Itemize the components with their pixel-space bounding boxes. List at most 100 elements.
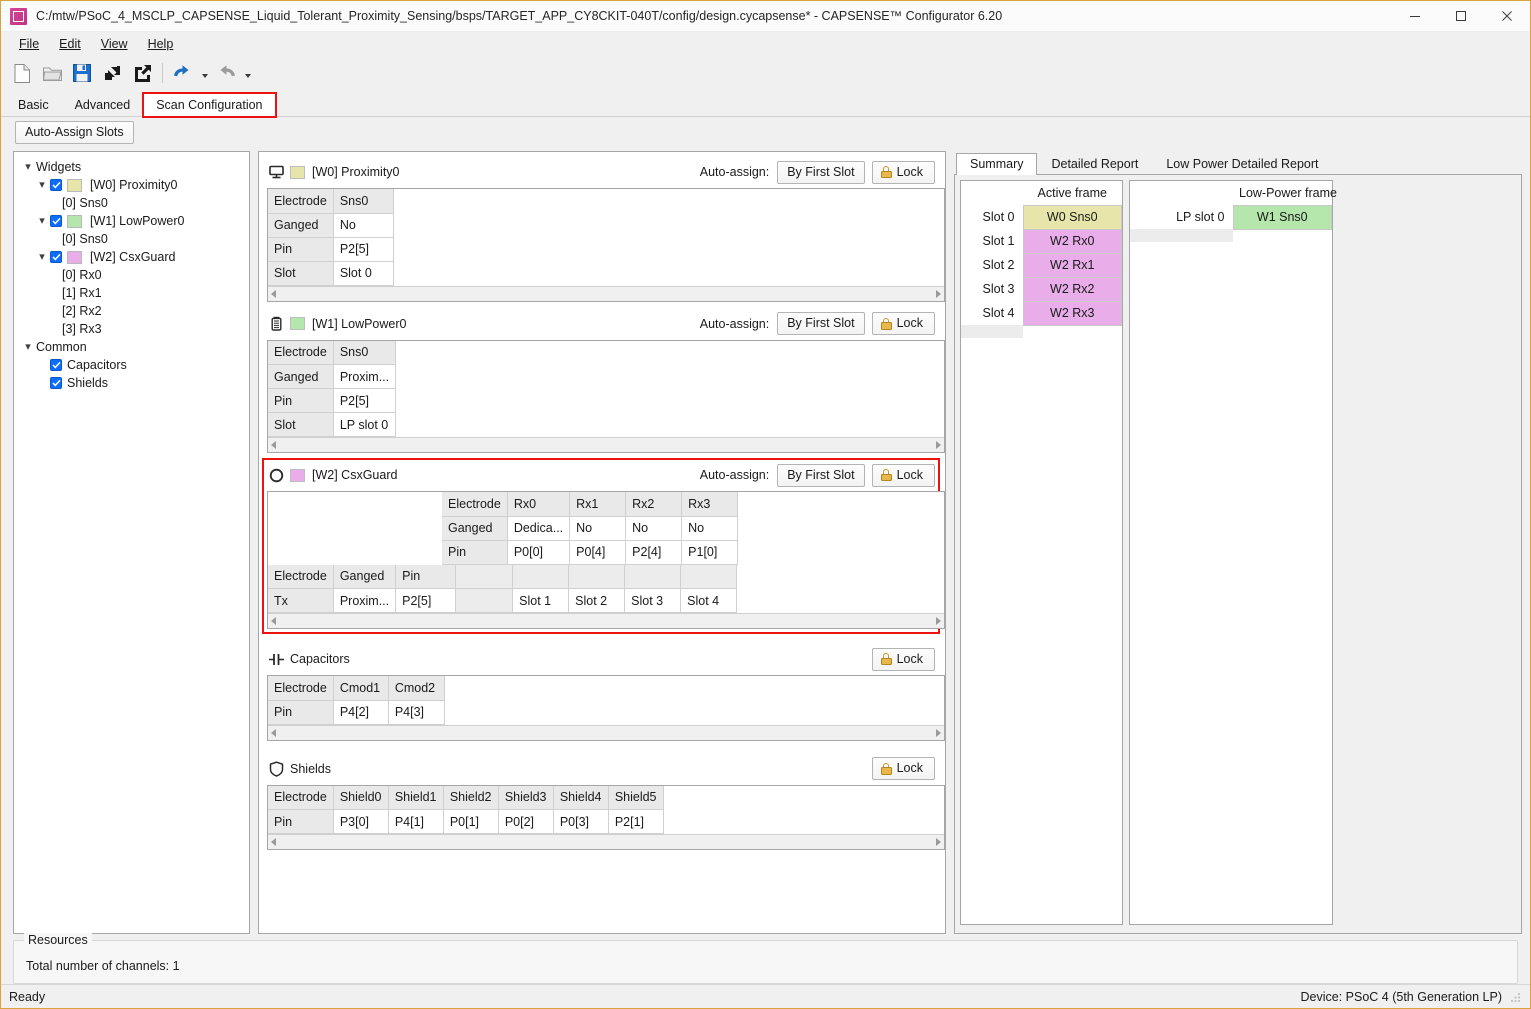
cell-value[interactable]: Proxim... bbox=[333, 588, 397, 613]
slot-cell[interactable]: W0 Sns0 bbox=[1022, 204, 1122, 230]
cell-value[interactable]: P1[0] bbox=[681, 540, 739, 565]
tree-child-w2-rx0[interactable]: [0] Rx0 bbox=[20, 266, 245, 284]
cell-slot[interactable]: Slot 3 bbox=[624, 588, 682, 613]
checkbox-w0[interactable] bbox=[50, 179, 62, 191]
tree-item-shields[interactable]: Shields bbox=[20, 374, 245, 392]
horizontal-scrollbar-w1[interactable] bbox=[268, 437, 944, 452]
menu-file[interactable]: File bbox=[9, 35, 49, 53]
undo-dropdown-caret[interactable] bbox=[198, 59, 211, 87]
tree-item-w1-lowpower0[interactable]: ▾ [W1] LowPower0 bbox=[20, 212, 245, 230]
cell-value[interactable]: P4[1] bbox=[388, 809, 444, 834]
horizontal-scrollbar-shields[interactable] bbox=[268, 834, 944, 849]
cell-value[interactable]: No bbox=[333, 213, 394, 238]
tree-item-w2-csxguard[interactable]: ▾ [W2] CsxGuard bbox=[20, 248, 245, 266]
widget-grid-w0[interactable]: Electrode Sns0 Ganged No Pin P2[5] Slot … bbox=[267, 188, 945, 302]
tab-scan-configuration[interactable]: Scan Configuration bbox=[142, 92, 277, 118]
chevron-down-icon[interactable]: ▾ bbox=[34, 251, 50, 263]
cell-value[interactable]: P0[1] bbox=[443, 809, 499, 834]
tree-child-w2-rx2[interactable]: [2] Rx2 bbox=[20, 302, 245, 320]
cell-slot[interactable]: Slot 4 bbox=[680, 588, 738, 613]
tab-detailed-report[interactable]: Detailed Report bbox=[1037, 153, 1152, 175]
cell-value[interactable]: No bbox=[569, 516, 627, 541]
low-power-frame-table[interactable]: Low-Power frame LP slot 0 W1 Sns0 bbox=[1129, 180, 1337, 925]
cell-value[interactable]: No bbox=[625, 516, 683, 541]
checkbox-capacitors[interactable] bbox=[50, 359, 62, 371]
cell-value[interactable]: Shield5 bbox=[608, 785, 664, 810]
resize-gripper-icon[interactable] bbox=[1510, 991, 1522, 1003]
menu-edit[interactable]: Edit bbox=[49, 35, 91, 53]
cell-value[interactable]: Slot 0 bbox=[333, 261, 394, 286]
cell-value[interactable]: Rx0 bbox=[507, 492, 571, 517]
active-frame-table[interactable]: Active frame Slot 0 W0 Sns0 Slot 1 W2 Rx… bbox=[960, 180, 1123, 925]
tree-child-w2-rx1[interactable]: [1] Rx1 bbox=[20, 284, 245, 302]
cell-value[interactable]: Shield1 bbox=[388, 785, 444, 810]
cell-value[interactable]: Sns0 bbox=[333, 340, 397, 365]
cell-value[interactable]: P2[5] bbox=[333, 237, 394, 262]
cell-value[interactable]: P0[2] bbox=[498, 809, 554, 834]
tab-basic[interactable]: Basic bbox=[5, 93, 62, 117]
widget-grid-w2[interactable]: Electrode Rx0 Rx1 Rx2 Rx3 Ganged Dedica.… bbox=[267, 491, 945, 629]
cell-slot[interactable]: Slot 1 bbox=[512, 588, 570, 613]
slot-cell[interactable]: W2 Rx3 bbox=[1022, 300, 1122, 326]
tree-root-widgets[interactable]: ▾ Widgets bbox=[20, 158, 245, 176]
slot-cell[interactable]: W1 Sns0 bbox=[1232, 204, 1332, 230]
cell-value[interactable]: Rx1 bbox=[569, 492, 627, 517]
cell-value[interactable]: P0[3] bbox=[553, 809, 609, 834]
cell-value[interactable]: Shield4 bbox=[553, 785, 609, 810]
lock-button-w0[interactable]: Lock bbox=[871, 160, 935, 184]
cell-value[interactable]: Rx3 bbox=[681, 492, 739, 517]
horizontal-scrollbar-w2[interactable] bbox=[268, 613, 944, 628]
horizontal-scrollbar-w0[interactable] bbox=[268, 285, 944, 301]
capacitors-grid[interactable]: Electrode Cmod1 Cmod2 Pin P4[2] P4[3] bbox=[267, 675, 945, 741]
cell-value[interactable]: Shield2 bbox=[443, 785, 499, 810]
cell-value[interactable]: P2[1] bbox=[608, 809, 664, 834]
tree-child-w0-sns0[interactable]: [0] Sns0 bbox=[20, 194, 245, 212]
checkbox-w1[interactable] bbox=[50, 215, 62, 227]
widget-tree-panel[interactable]: ▾ Widgets ▾ [W0] Proximity0 [0] Sns0 ▾ [… bbox=[13, 151, 250, 934]
cell-value[interactable]: P4[2] bbox=[333, 700, 389, 725]
cell-value[interactable]: Cmod1 bbox=[333, 676, 389, 701]
export-icon[interactable] bbox=[127, 58, 157, 88]
lock-button-w2[interactable]: Lock bbox=[871, 463, 935, 487]
tree-item-capacitors[interactable]: Capacitors bbox=[20, 356, 245, 374]
tab-summary[interactable]: Summary bbox=[956, 153, 1038, 175]
cell-value[interactable]: LP slot 0 bbox=[333, 412, 397, 437]
lock-button-capacitors[interactable]: Lock bbox=[871, 647, 935, 671]
by-first-slot-button-w2[interactable]: By First Slot bbox=[777, 463, 865, 487]
close-icon[interactable] bbox=[1484, 1, 1530, 32]
cell-value[interactable]: P0[0] bbox=[507, 540, 571, 565]
slot-cell[interactable]: W2 Rx0 bbox=[1022, 228, 1122, 254]
lock-button-w1[interactable]: Lock bbox=[871, 312, 935, 335]
chevron-down-icon[interactable]: ▾ bbox=[20, 161, 36, 173]
cell-value[interactable]: Cmod2 bbox=[388, 676, 445, 701]
cell-value[interactable]: P4[3] bbox=[388, 700, 445, 725]
cell-value[interactable]: P2[5] bbox=[395, 588, 457, 613]
new-file-icon[interactable] bbox=[7, 58, 37, 88]
chevron-down-icon[interactable]: ▾ bbox=[34, 215, 50, 227]
minimize-icon[interactable] bbox=[1392, 1, 1438, 32]
tree-item-w0-proximity0[interactable]: ▾ [W0] Proximity0 bbox=[20, 176, 245, 194]
import-icon[interactable] bbox=[97, 58, 127, 88]
tree-child-w1-sns0[interactable]: [0] Sns0 bbox=[20, 230, 245, 248]
auto-assign-slots-button[interactable]: Auto-Assign Slots bbox=[15, 120, 134, 144]
cell-value[interactable]: Proxim... bbox=[333, 364, 397, 389]
redo-dropdown-caret[interactable] bbox=[241, 59, 254, 87]
cell-value[interactable]: Dedica... bbox=[507, 516, 571, 541]
tab-low-power-detailed-report[interactable]: Low Power Detailed Report bbox=[1152, 153, 1332, 175]
tab-advanced[interactable]: Advanced bbox=[62, 93, 144, 117]
tree-root-common[interactable]: ▾ Common bbox=[20, 338, 245, 356]
menu-view[interactable]: View bbox=[91, 35, 138, 53]
cell-value[interactable]: P0[4] bbox=[569, 540, 627, 565]
cell-value[interactable]: P2[5] bbox=[333, 388, 397, 413]
cell-value[interactable]: P3[0] bbox=[333, 809, 389, 834]
cell-value[interactable]: Rx2 bbox=[625, 492, 683, 517]
slot-cell[interactable]: W2 Rx1 bbox=[1022, 252, 1122, 278]
tree-child-w2-rx3[interactable]: [3] Rx3 bbox=[20, 320, 245, 338]
shields-grid[interactable]: Electrode Shield0 Shield1 Shield2 Shield… bbox=[267, 784, 945, 850]
cell-value[interactable]: Shield0 bbox=[333, 785, 389, 810]
cell-value[interactable]: Sns0 bbox=[333, 189, 394, 214]
horizontal-scrollbar-capacitors[interactable] bbox=[268, 724, 944, 740]
menu-help[interactable]: Help bbox=[138, 35, 184, 53]
widget-grid-w1[interactable]: Electrode Sns0 Ganged Proxim... Pin P2[5… bbox=[267, 339, 945, 453]
chevron-down-icon[interactable]: ▾ bbox=[34, 179, 50, 191]
